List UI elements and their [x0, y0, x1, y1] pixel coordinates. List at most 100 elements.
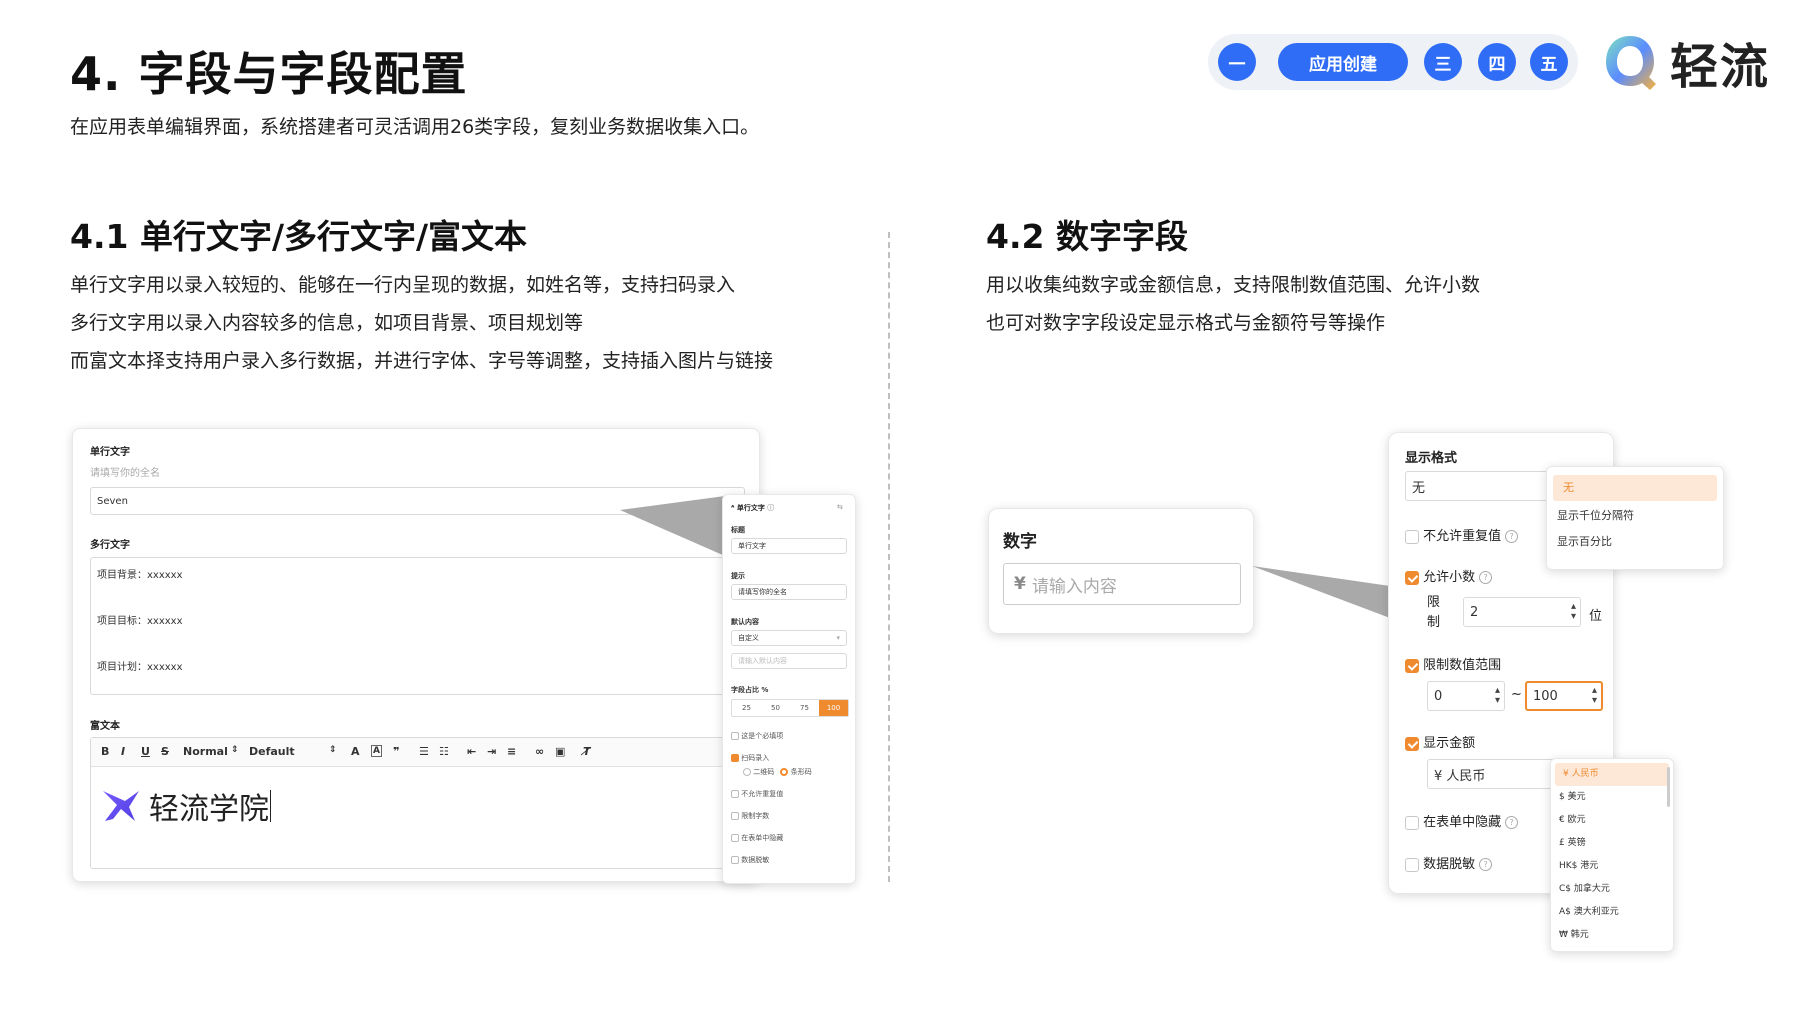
scan-option-qr: 二维码: [753, 768, 775, 776]
currency-option[interactable]: € 欧元: [1551, 809, 1673, 832]
width-option[interactable]: 25: [732, 700, 761, 716]
checkbox[interactable]: [731, 812, 739, 820]
hide-in-form-option[interactable]: 在表单中隐藏?: [1405, 811, 1519, 830]
dropdown-scrollbar[interactable]: [1667, 767, 1670, 807]
logo-icon: [1606, 36, 1656, 90]
config-option-hide[interactable]: 在表单中隐藏: [731, 833, 783, 843]
logo-text: 轻流: [1670, 39, 1771, 95]
help-icon: ?: [1505, 530, 1519, 543]
clear-format-icon[interactable]: T̸: [583, 745, 591, 758]
range-option[interactable]: 限制数值范围: [1405, 654, 1501, 673]
font-color-icon[interactable]: A: [351, 745, 360, 758]
checkbox[interactable]: [731, 790, 739, 798]
nav-item-app-create[interactable]: 应用创建: [1278, 43, 1408, 81]
multi-line-textarea[interactable]: 项目背景：xxxxxx 项目目标：xxxxxx 项目计划：xxxxxx: [90, 557, 745, 695]
range-min-stepper[interactable]: 0 ▴ ▾: [1427, 681, 1505, 711]
currency-option[interactable]: $ 美元: [1551, 786, 1673, 809]
no-repeat-option[interactable]: 不允许重复值?: [1405, 525, 1519, 544]
quote-icon[interactable]: ❞: [393, 745, 399, 758]
strike-button[interactable]: S: [161, 745, 169, 758]
range-separator: ~: [1511, 687, 1522, 702]
ordered-list-icon[interactable]: ☰: [419, 745, 429, 758]
checkbox[interactable]: [731, 834, 739, 842]
checkbox[interactable]: [1405, 815, 1419, 830]
allow-decimal-option[interactable]: 允许小数?: [1405, 566, 1493, 585]
checkbox-checked[interactable]: [731, 754, 739, 762]
config-default-select[interactable]: 自定义 ▾: [731, 630, 847, 646]
width-option[interactable]: 50: [761, 700, 790, 716]
nav-item-5[interactable]: 五: [1530, 43, 1568, 81]
align-icon[interactable]: ≡: [507, 745, 516, 758]
format-option[interactable]: 显示千位分隔符: [1547, 503, 1723, 529]
range-max-stepper[interactable]: 100 ▴ ▾: [1525, 681, 1603, 711]
config-width-segment: 25 50 75 100: [731, 699, 849, 717]
limit-unit: 位: [1589, 609, 1603, 624]
currency-option[interactable]: C$ 加拿大元: [1551, 878, 1673, 901]
font-select[interactable]: Default: [249, 745, 295, 758]
range-max-value: 100: [1533, 688, 1558, 704]
section-1-line: 而富文本择支持用户录入多行数据，并进行字体、字号等调整，支持插入图片与链接: [70, 350, 774, 372]
currency-option[interactable]: ₩ 韩元: [1551, 924, 1673, 947]
config-default-input[interactable]: 请输入默认内容: [731, 653, 847, 669]
scan-type-radios: 二维码 条形码: [743, 767, 812, 777]
checkbox[interactable]: [731, 856, 739, 864]
radio[interactable]: [743, 768, 751, 776]
checkbox[interactable]: [731, 732, 739, 740]
config-option-scan[interactable]: 扫码录入: [731, 753, 769, 763]
width-option-selected[interactable]: 100: [819, 700, 848, 716]
academy-logo-icon: [103, 791, 139, 821]
stepper-arrows-icon[interactable]: ▴ ▾: [1495, 686, 1500, 706]
field-config-panel: ᴬ 单行文字 ⓘ ⇆ 标题 单行文字 提示 请填写你的全名 默认内容 自定义 ▾…: [722, 494, 856, 884]
currency-option-selected[interactable]: ¥ 人民币: [1555, 763, 1669, 786]
number-input[interactable]: ¥ 请输入内容: [1003, 563, 1241, 605]
config-header: ᴬ 单行文字 ⓘ: [731, 503, 774, 513]
stepper-arrows-icon[interactable]: ▴ ▾: [1592, 686, 1597, 706]
currency-option[interactable]: A$ 澳大利亚元: [1551, 901, 1673, 924]
text-field-icon: ᴬ: [731, 504, 735, 512]
config-option-masking[interactable]: 数据脱敏: [731, 855, 769, 865]
show-amount-option[interactable]: 显示金额: [1405, 732, 1475, 751]
indent-icon[interactable]: ⇥: [487, 745, 496, 758]
link-icon[interactable]: ∞: [535, 745, 544, 758]
rich-text-content: 轻流学院: [99, 784, 271, 828]
no-repeat-label: 不允许重复值: [1423, 529, 1502, 544]
checkbox-checked[interactable]: [1405, 658, 1419, 673]
nav-item-4[interactable]: 四: [1478, 43, 1516, 81]
outdent-icon[interactable]: ⇤: [467, 745, 476, 758]
stepper-arrows-icon[interactable]: ▴ ▾: [1571, 602, 1576, 622]
highlight-icon[interactable]: A: [371, 745, 382, 757]
config-hint-input[interactable]: 请填写你的全名: [731, 584, 847, 600]
underline-button[interactable]: U: [141, 745, 150, 758]
checkbox-checked[interactable]: [1405, 570, 1419, 585]
help-icon: ⓘ: [767, 504, 775, 512]
format-option[interactable]: 显示百分比: [1547, 529, 1723, 555]
checkbox[interactable]: [1405, 857, 1419, 872]
rich-text-editor[interactable]: B I U S Normal ⇕ Default ⇕ A A ❞ ☰ ☷ ⇤ ⇥…: [90, 737, 747, 869]
config-option-required[interactable]: 这是个必填项: [731, 731, 783, 741]
swap-icon[interactable]: ⇆: [837, 503, 843, 511]
image-icon[interactable]: ▣: [555, 745, 565, 758]
italic-button[interactable]: I: [121, 745, 125, 758]
checkbox-checked[interactable]: [1405, 736, 1419, 751]
scan-option-barcode: 条形码: [790, 768, 812, 776]
format-option-selected[interactable]: 无: [1553, 475, 1717, 501]
currency-option[interactable]: HK$ 港元: [1551, 855, 1673, 878]
config-option-limit-chars[interactable]: 限制字数: [731, 811, 769, 821]
masking-option[interactable]: 数据脱敏?: [1405, 853, 1493, 872]
nav-item-1[interactable]: 一: [1218, 43, 1256, 81]
heading-select[interactable]: Normal: [183, 745, 228, 758]
decimal-stepper[interactable]: 2 ▴ ▾: [1463, 597, 1581, 627]
config-option-no-repeat[interactable]: 不允许重复值: [731, 789, 783, 799]
radio-selected[interactable]: [780, 768, 789, 776]
number-callout-pointer: [1252, 566, 1390, 618]
checkbox[interactable]: [1405, 529, 1419, 544]
config-title-input[interactable]: 单行文字: [731, 538, 847, 554]
config-option-label: 这是个必填项: [741, 732, 784, 740]
currency-option[interactable]: £ 英镑: [1551, 832, 1673, 855]
width-option[interactable]: 75: [790, 700, 819, 716]
hide-in-form-label: 在表单中隐藏: [1423, 815, 1502, 830]
nav-item-3[interactable]: 三: [1424, 43, 1462, 81]
bold-button[interactable]: B: [101, 745, 109, 758]
bullet-list-icon[interactable]: ☷: [439, 745, 449, 758]
section-2-line: 也可对数字字段设定显示格式与金额符号等操作: [986, 312, 1386, 334]
